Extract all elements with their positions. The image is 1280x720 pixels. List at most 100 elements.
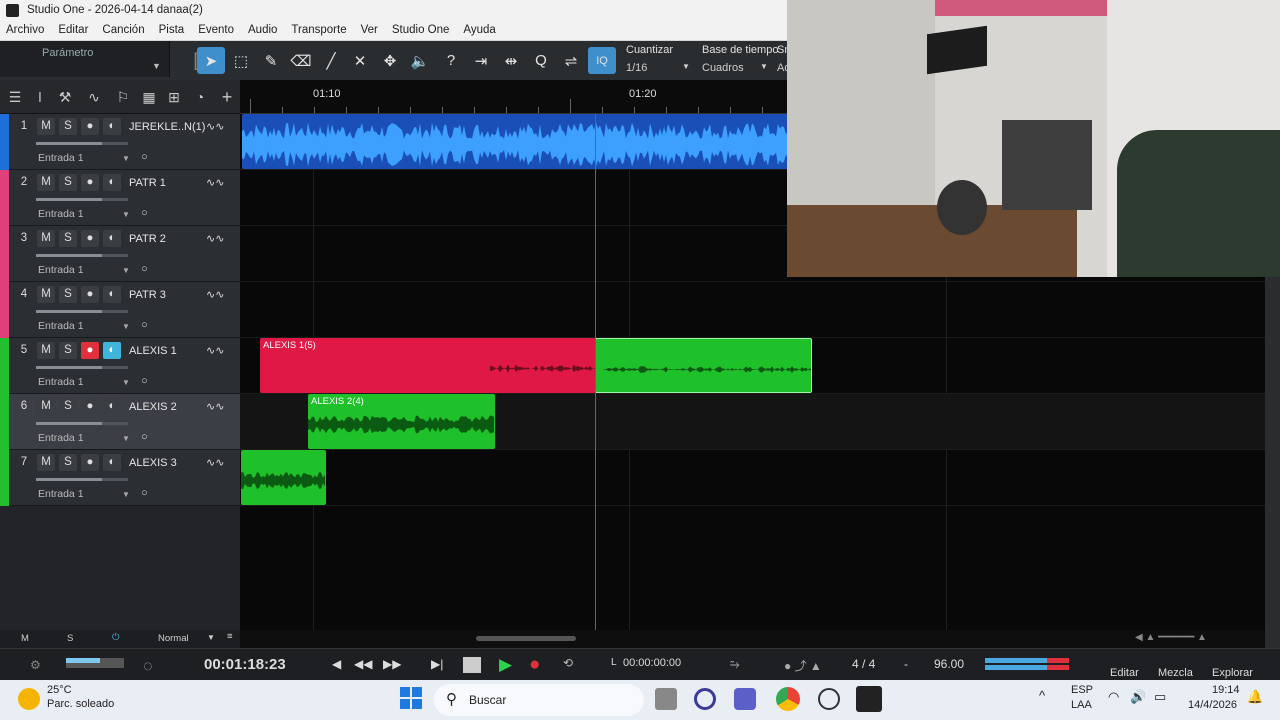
global-mute-label[interactable]: M <box>21 633 29 644</box>
mute-button[interactable]: M <box>37 174 55 191</box>
help-icon[interactable]: ? <box>437 47 465 74</box>
volume-slider[interactable] <box>36 310 128 313</box>
solo-button[interactable]: S <box>59 286 77 303</box>
input-monitor-icon[interactable]: ○ <box>141 431 148 443</box>
metronome-icon[interactable]: ◌ <box>143 658 153 676</box>
mute-button[interactable]: M <box>37 342 55 359</box>
chrome-icon[interactable] <box>776 687 800 711</box>
menu-pista[interactable]: Pista <box>159 24 185 36</box>
monitor-icon[interactable]: ◐ <box>103 398 121 415</box>
zoom-icon[interactable]: Q <box>527 47 555 74</box>
notification-icon[interactable]: 🔔 <box>1247 689 1263 705</box>
track-header[interactable]: 7 M S ● ◐ ALEXIS 3 ∿∿ Entrada 1 ▼ ○ <box>0 450 240 506</box>
clock-icon[interactable]: ◔ <box>191 88 209 106</box>
audio-clip-jerekle[interactable] <box>242 114 788 169</box>
track-name[interactable]: PATR 1 <box>129 177 166 189</box>
wrench-icon[interactable]: ⚒ <box>56 88 74 106</box>
chevron-up-icon[interactable]: ^ <box>1039 688 1045 703</box>
monitor-icon[interactable]: ◐ <box>103 342 121 359</box>
volume-slider[interactable] <box>36 142 128 145</box>
add-track-icon[interactable]: + <box>218 88 236 106</box>
track-name[interactable]: ALEXIS 1 <box>129 345 177 357</box>
menu-ver[interactable]: Ver <box>361 24 378 36</box>
volume-slider[interactable] <box>36 254 128 257</box>
track-name[interactable]: PATR 2 <box>129 233 166 245</box>
faders-icon[interactable]: ⊞ <box>165 88 183 106</box>
loop-icon[interactable]: ⟲ <box>563 656 573 670</box>
arrow-tool-icon[interactable]: ➤ <box>197 47 225 74</box>
track-header[interactable]: 3 M S ● ◐ PATR 2 ∿∿ Entrada 1 ▼ ○ <box>0 226 240 282</box>
input-monitor-icon[interactable]: ○ <box>141 263 148 275</box>
audio-clip-alexis-1-b[interactable] <box>595 338 812 393</box>
timebase-value[interactable]: Cuadros <box>702 62 744 74</box>
time-signature[interactable]: 4 / 4 <box>852 657 875 671</box>
to-end-icon[interactable]: ▶| <box>431 657 443 671</box>
chevron-down-icon[interactable]: ▼ <box>207 633 215 642</box>
windows-start-icon[interactable] <box>400 687 422 709</box>
pencil-tool-icon[interactable]: ✎ <box>257 47 285 74</box>
weather-temp[interactable]: 25°C <box>47 684 72 696</box>
track-name[interactable]: ALEXIS 2 <box>129 401 177 413</box>
list-icon[interactable]: ≡ <box>227 631 233 642</box>
volume-slider[interactable] <box>36 478 128 481</box>
language-secondary[interactable]: LAA <box>1071 699 1092 711</box>
monitor-icon[interactable]: ◐ <box>103 230 121 247</box>
solo-button[interactable]: S <box>59 230 77 247</box>
teams-icon[interactable] <box>734 688 756 710</box>
click-icon[interactable]: ● ⤴ ▲ <box>784 657 822 674</box>
track-header[interactable]: 2 M S ● ◐ PATR 1 ∿∿ Entrada 1 ▼ ○ <box>0 170 240 226</box>
chevron-down-icon[interactable]: ▼ <box>122 490 130 499</box>
waveform-icon[interactable]: ∿∿ <box>206 288 224 301</box>
record-arm-icon[interactable]: ● <box>81 230 99 247</box>
monitor-icon[interactable]: ◐ <box>103 454 121 471</box>
menu-cancion[interactable]: Canción <box>102 24 144 36</box>
solo-button[interactable]: S <box>59 174 77 191</box>
chevron-down-icon[interactable]: ▼ <box>122 154 130 163</box>
mute-button[interactable]: M <box>37 286 55 303</box>
autoscroll-icon[interactable]: ⇌ <box>557 47 585 74</box>
waveform-icon[interactable]: ∿∿ <box>206 232 224 245</box>
menu-audio[interactable]: Audio <box>248 24 277 36</box>
record-icon[interactable]: ● <box>529 654 540 676</box>
listen-tool-icon[interactable]: 🔈 <box>406 47 434 74</box>
gear-icon[interactable]: ⚙ <box>30 658 50 672</box>
menu-lines-icon[interactable]: ☰ <box>6 88 24 106</box>
clock-time[interactable]: 19:14 <box>1212 684 1240 696</box>
monitor-icon[interactable]: ◐ <box>103 286 121 303</box>
flag-icon[interactable]: ⚐ <box>114 88 132 106</box>
app-icon[interactable] <box>694 688 716 710</box>
clock-date[interactable]: 14/4/2026 <box>1188 699 1237 711</box>
chevron-down-icon[interactable]: ▼ <box>122 434 130 443</box>
zoom-slider[interactable]: ◀ ▲ ━━━━━━ ▲ <box>1135 632 1245 644</box>
mute-button[interactable]: M <box>37 398 55 415</box>
input-selector[interactable]: Entrada 1 <box>38 488 84 500</box>
wifi-icon[interactable]: ◠ <box>1108 689 1119 705</box>
global-solo-label[interactable]: S <box>67 633 73 644</box>
power-icon[interactable]: ⏻ <box>112 632 120 643</box>
playhead-cursor[interactable] <box>595 114 596 630</box>
play-icon[interactable]: ▶ <box>499 655 512 675</box>
volume-slider[interactable] <box>36 422 128 425</box>
paint-tool-icon[interactable]: ╱ <box>317 47 345 74</box>
input-monitor-icon[interactable]: ○ <box>141 151 148 163</box>
to-start-icon[interactable]: ◀ <box>332 657 341 671</box>
waveform-icon[interactable]: ∿∿ <box>206 456 224 469</box>
volume-icon[interactable]: 🔊 <box>1130 689 1146 705</box>
quantize-value[interactable]: 1/16 <box>626 62 647 74</box>
tab-explorar[interactable]: Explorar <box>1212 667 1253 679</box>
record-arm-icon[interactable]: ● <box>81 398 99 415</box>
studio-one-taskbar-icon[interactable] <box>856 686 882 712</box>
split-tool-icon[interactable]: ✥ <box>376 47 404 74</box>
waveform-icon[interactable]: ∿∿ <box>206 120 224 133</box>
forward-icon[interactable]: ▶▶ <box>383 657 401 671</box>
input-monitor-icon[interactable]: ○ <box>141 319 148 331</box>
record-arm-icon[interactable]: ● <box>81 454 99 471</box>
automation-icon[interactable]: ∿ <box>85 88 103 106</box>
solo-button[interactable]: S <box>59 398 77 415</box>
inspector-icon[interactable]: ǀ <box>31 88 49 106</box>
tempo[interactable]: 96.00 <box>934 657 964 671</box>
audio-clip-alexis-3[interactable] <box>241 450 326 505</box>
loop-start-time[interactable]: 00:00:00:00 <box>623 657 681 669</box>
solo-button[interactable]: S <box>59 342 77 359</box>
mute-button[interactable]: M <box>37 454 55 471</box>
